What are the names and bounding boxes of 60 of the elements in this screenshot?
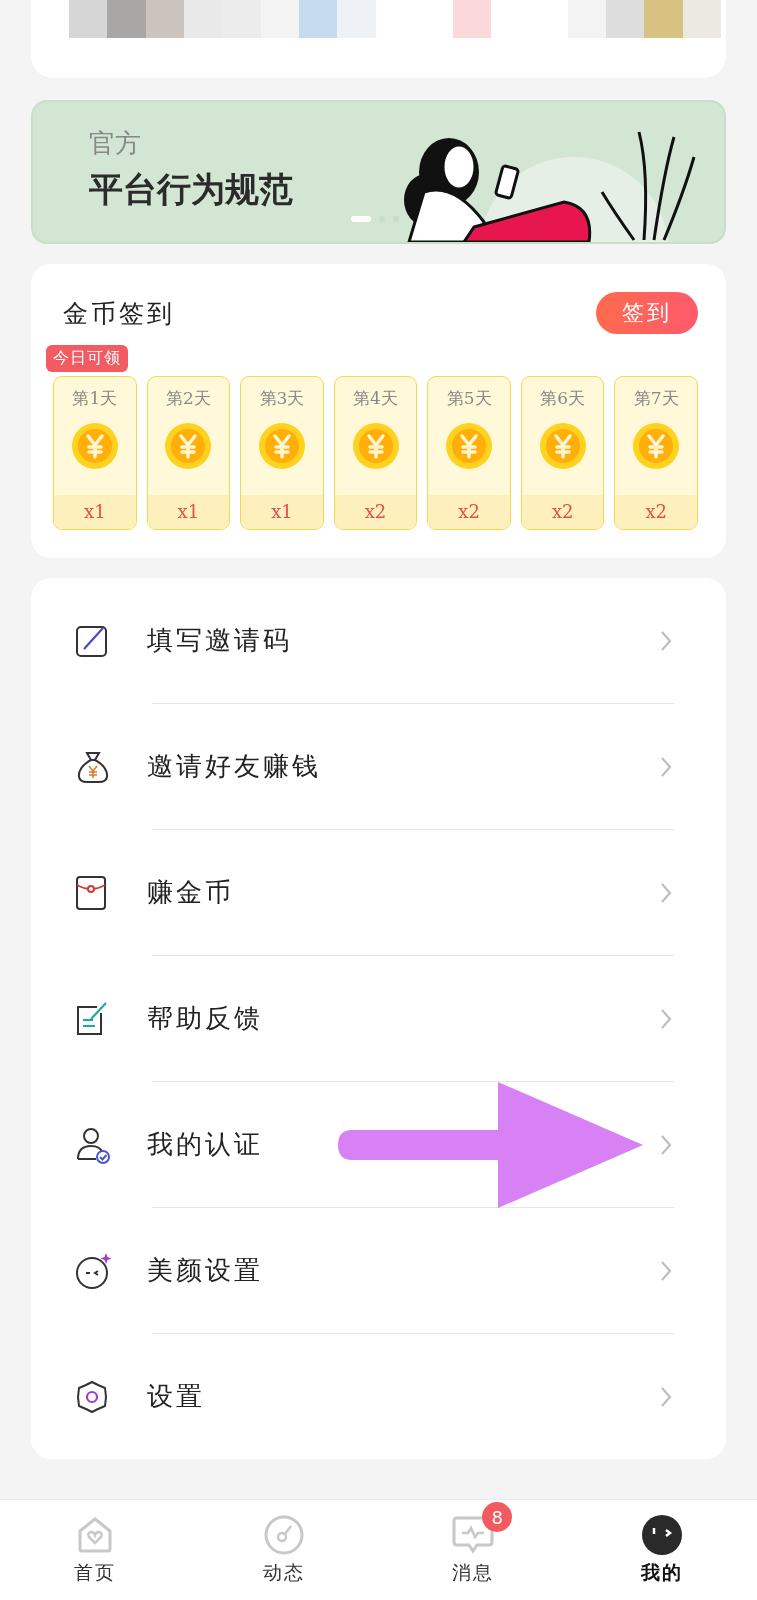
menu-item[interactable]: 填写邀请码 (31, 578, 726, 703)
menu-label: 我的认证 (147, 1128, 264, 1161)
chevron-right-icon (660, 1133, 672, 1156)
menu-item[interactable]: 我的认证 (31, 1082, 726, 1207)
menu-label: 填写邀请码 (147, 624, 293, 657)
coin-icon (257, 422, 306, 470)
reward-amount: x2 (521, 495, 604, 529)
day-label: 第2天 (165, 387, 211, 410)
reward-amount: x2 (334, 495, 417, 529)
note-edit-icon (75, 1000, 109, 1037)
day-label: 第3天 (259, 387, 305, 410)
coin-icon (632, 422, 681, 470)
smiley-sparkle-icon (75, 1251, 113, 1290)
menu-item[interactable]: 帮助反馈 (31, 956, 726, 1081)
reward-amount: x2 (428, 495, 510, 529)
menu-label: 帮助反馈 (147, 1002, 264, 1035)
chevron-right-icon (660, 881, 672, 904)
user-check-icon (75, 1125, 111, 1164)
banner[interactable]: 官方 平台行为规范 (31, 100, 726, 244)
settings-icon (75, 1379, 109, 1414)
day-label: 第1天 (72, 387, 118, 410)
reward-amount: x1 (54, 495, 136, 529)
unread-badge: 8 (482, 1502, 513, 1532)
chevron-right-icon (660, 1385, 672, 1408)
nav-tab[interactable]: 首页 (0, 1500, 190, 1600)
compass-icon (263, 1515, 304, 1555)
chevron-right-icon (660, 755, 672, 778)
menu-label: 设置 (147, 1380, 206, 1413)
coin-icon (351, 422, 400, 470)
edit-icon (75, 623, 109, 658)
today-badge: 今日可领 (46, 345, 128, 372)
menu-item[interactable]: 邀请好友赚钱 (31, 704, 726, 829)
banner-kicker: 官方 (89, 127, 142, 160)
menu-item[interactable]: 设置 (31, 1334, 726, 1459)
coin-icon (445, 422, 494, 470)
chevron-right-icon (660, 1007, 672, 1030)
coin-icon (538, 422, 587, 470)
day-label: 第4天 (353, 387, 398, 410)
coin-icon (164, 422, 213, 470)
face-avatar-icon (641, 1514, 684, 1556)
nav-tab[interactable]: 动态 (189, 1500, 379, 1600)
chevron-right-icon (660, 629, 672, 652)
day-label: 第6天 (540, 387, 586, 410)
coin-icon (70, 422, 119, 470)
menu-label: 赚金币 (147, 876, 235, 909)
reward-amount: x1 (147, 495, 230, 529)
menu-item[interactable]: 赚金币 (31, 830, 726, 955)
menu-item[interactable]: 美颜设置 (31, 1208, 726, 1333)
envelope-icon (75, 874, 107, 911)
menu-label: 邀请好友赚钱 (147, 750, 322, 783)
reward-amount: x1 (241, 495, 323, 529)
reward-amount: x2 (615, 495, 698, 529)
menu-label: 美颜设置 (147, 1254, 264, 1287)
day-label: 第5天 (446, 387, 492, 410)
nav-tab[interactable]: 我的 (567, 1500, 757, 1600)
nav-tab[interactable]: 8 消息 (378, 1500, 568, 1600)
chevron-right-icon (660, 1259, 672, 1282)
banner-title: 平台行为规范 (89, 168, 294, 211)
section-title: 金币签到 (63, 297, 175, 330)
day-label: 第7天 (633, 387, 679, 410)
